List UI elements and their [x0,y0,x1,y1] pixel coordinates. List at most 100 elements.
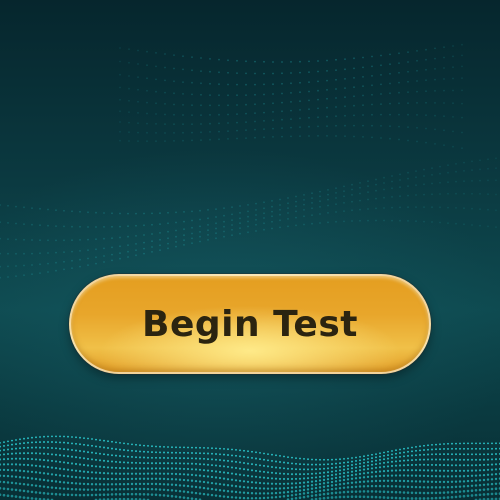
particle-dot [135,243,137,245]
particle-dot [35,446,37,449]
particle-dot [154,472,158,475]
particle-dot [250,492,254,495]
particle-dot [430,463,434,466]
particle-dot [310,480,314,483]
particle-dot [458,490,462,493]
particle-dot [190,479,194,482]
particle-dot [447,164,449,167]
particle-dot [346,486,350,489]
particle-dot [234,496,238,499]
particle-dot [423,220,425,223]
particle-dot [126,461,130,464]
particle-dot [94,465,98,468]
particle-dot [354,485,358,489]
particle-dot [402,459,406,462]
particle-dot [391,450,393,452]
particle-dot [290,490,294,493]
particle-dot [434,496,438,500]
particle-dot [330,487,334,491]
particle-dot [398,485,402,488]
particle-dot [402,491,406,494]
particle-dot [317,70,319,73]
particle-dot [137,131,139,134]
particle-dot [398,496,402,500]
particle-dot [452,77,454,80]
particle-dot [263,111,265,114]
particle-dot [122,477,126,481]
particle-dot [26,490,30,493]
particle-dot [416,140,418,143]
particle-dot [439,172,441,175]
particle-dot [479,159,481,162]
particle-dot [482,483,486,487]
particle-dot [55,209,57,212]
particle-dot [59,441,61,444]
particle-dot [258,481,262,485]
particle-dot [323,458,325,461]
particle-dot [250,486,254,490]
particle-dot [179,457,181,460]
particle-dot [199,446,201,449]
particle-dot [78,488,82,491]
particle-dot [407,91,409,93]
particle-dot [98,483,102,486]
particle-dot [15,252,17,255]
particle-dot [31,239,33,241]
particle-dot [255,451,257,454]
particle-dot [175,451,177,454]
particle-dot [191,114,193,116]
particle-dot [371,75,373,77]
particle-dot [394,496,398,500]
particle-dot [245,60,247,63]
particle-dot [434,480,438,484]
particle-dot [223,207,225,210]
particle-dot [22,476,26,479]
particle-dot [122,467,126,470]
particle-dot [359,182,361,184]
particle-dot [66,455,70,458]
particle-dot [378,495,382,499]
particle-dot [450,485,454,489]
particle-dot [170,462,174,465]
particle-dot [167,451,169,454]
particle-dot [495,226,497,229]
particle-dot [383,458,385,461]
particle-dot [254,492,258,495]
particle-dot [239,222,241,225]
particle-dot [366,467,370,471]
particle-dot [452,130,454,133]
particle-dot [135,249,137,252]
particle-dot [155,140,157,143]
particle-dot [335,97,337,99]
particle-dot [306,477,310,480]
particle-dot [239,227,241,230]
particle-dot [23,238,25,241]
particle-dot [103,446,105,449]
particle-dot [303,209,305,211]
particle-dot [271,200,273,202]
particle-dot [342,472,346,475]
particle-dot [390,469,394,472]
particle-dot [311,222,313,225]
begin-test-button[interactable]: Begin Test [69,274,431,374]
particle-dot [366,464,370,467]
particle-dot [190,468,194,471]
particle-dot [310,472,314,475]
particle-dot [22,463,26,466]
particle-dot [42,485,46,488]
particle-dot [495,447,497,450]
particle-dot [314,483,318,486]
particle-dot [471,169,473,172]
particle-dot [0,265,1,268]
particle-dot [255,218,257,221]
particle-dot [87,226,89,228]
particle-dot [399,179,401,181]
particle-dot [87,249,89,252]
particle-dot [30,458,34,461]
particle-dot [407,102,409,104]
particle-dot [6,457,10,461]
particle-dot [27,441,29,444]
particle-dot [215,458,217,461]
particle-dot [418,497,422,500]
particle-dot [137,100,139,103]
